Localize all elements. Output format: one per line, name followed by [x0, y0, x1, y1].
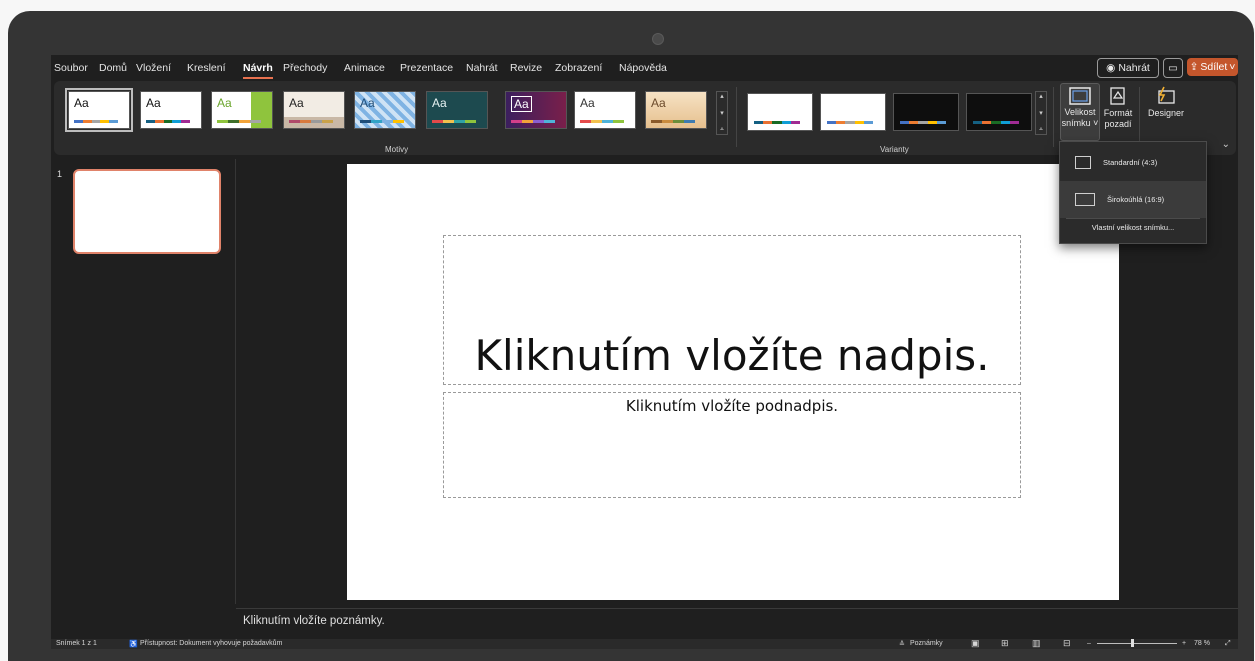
laptop-frame: Soubor Domů Vložení Kreslení Návrh Přech…: [8, 11, 1254, 661]
slide-size-option-label: Širokoúhlá (16:9): [1107, 195, 1165, 204]
theme-retrospect[interactable]: Aa: [574, 91, 636, 129]
notes-pane[interactable]: Kliknutím vložíte poznámky.: [236, 608, 1238, 632]
custom-slide-size-item[interactable]: Vlastní velikost snímku...: [1060, 223, 1206, 232]
share-icon: ⇪: [1189, 61, 1199, 73]
chevron-up-icon: ▴: [720, 93, 724, 100]
slide-size-option-standard[interactable]: Standardní (4:3): [1060, 144, 1206, 181]
slide-size-option-widescreen[interactable]: Širokoúhlá (16:9): [1060, 181, 1206, 218]
webcam: [652, 33, 664, 45]
theme-ion-pattern[interactable]: Aa: [354, 91, 416, 129]
slide-thumbnail[interactable]: [73, 169, 221, 254]
chevron-down-icon: ▾: [1039, 110, 1043, 117]
group-separator: [1139, 87, 1140, 147]
chevron-up-icon: ▴: [1039, 93, 1043, 100]
designer-button[interactable]: Designer: [1144, 83, 1188, 139]
slide-size-icon: [1069, 87, 1091, 105]
chevron-down-icon: ˅: [1229, 61, 1236, 73]
chevron-down-icon: ▾: [720, 110, 724, 117]
theme-facet[interactable]: Aa: [211, 91, 273, 129]
normal-view-icon[interactable]: ▣: [971, 638, 980, 649]
theme-integral[interactable]: Aa: [283, 91, 345, 129]
share-button-label: Sdílet: [1200, 61, 1228, 73]
accessibility-status[interactable]: Přístupnost: Dokument vyhovuje požadavků…: [140, 640, 282, 647]
share-button[interactable]: ⇪ Sdílet ˅: [1187, 58, 1238, 76]
tab-animations[interactable]: Animace: [344, 62, 385, 74]
themes-group-label: Motivy: [385, 145, 409, 154]
zoom-slider-thumb[interactable]: [1131, 639, 1134, 647]
slide-canvas: Kliknutím vložíte nadpis. Kliknutím vlož…: [347, 164, 1119, 600]
zoom-slider[interactable]: [1097, 643, 1177, 644]
slide-size-menu: Standardní (4:3) Širokoúhlá (16:9) Vlast…: [1059, 141, 1207, 244]
accessibility-icon[interactable]: ♿: [129, 640, 138, 648]
powerpoint-window: Soubor Domů Vložení Kreslení Návrh Přech…: [51, 55, 1238, 649]
notes-button[interactable]: Poznámky: [910, 640, 943, 647]
group-separator: [736, 87, 737, 147]
slideshow-icon[interactable]: ⊟: [1063, 638, 1071, 649]
variant-2[interactable]: [820, 93, 886, 131]
reading-view-icon[interactable]: ▥: [1032, 638, 1041, 649]
theme-wisp[interactable]: Aa: [645, 91, 707, 129]
tab-transitions[interactable]: Přechody: [283, 62, 327, 74]
format-background-button[interactable]: Formát pozadí: [1101, 83, 1135, 139]
fit-to-window-icon[interactable]: ⤢: [1225, 640, 1231, 648]
designer-label: Designer: [1147, 108, 1185, 118]
group-separator: [1053, 87, 1054, 147]
tab-view[interactable]: Zobrazení: [555, 62, 602, 74]
notes-icon[interactable]: ≙: [899, 640, 905, 648]
menu-divider: [1066, 218, 1200, 219]
menu-bar: Soubor Domů Vložení Kreslení Návrh Přech…: [51, 55, 1238, 81]
variant-3[interactable]: [893, 93, 959, 131]
theme-office-2[interactable]: Aa: [140, 91, 202, 129]
comment-icon: ▭: [1168, 62, 1178, 74]
tab-file[interactable]: Soubor: [54, 62, 88, 74]
slide-thumbnails-pane: 1: [51, 159, 236, 604]
variant-1[interactable]: [747, 93, 813, 131]
tab-slideshow[interactable]: Prezentace: [400, 62, 453, 74]
format-background-icon: [1110, 87, 1125, 105]
theme-ion-boardroom[interactable]: Aa: [505, 91, 567, 129]
tab-insert[interactable]: Vložení: [136, 62, 171, 74]
gallery-more-icon: ⩡: [720, 126, 724, 133]
tab-design[interactable]: Návrh: [243, 62, 273, 79]
format-background-label: Formát: [1103, 108, 1133, 118]
zoom-in-button[interactable]: +: [1182, 640, 1186, 647]
slide-sorter-icon[interactable]: ⊞: [1001, 638, 1009, 649]
aspect-4-3-icon: [1075, 156, 1091, 169]
slide-counter: Snímek 1 z 1: [56, 640, 97, 647]
tab-help[interactable]: Nápověda: [619, 62, 667, 74]
slide-size-label: Velikost: [1064, 107, 1096, 117]
gallery-more-icon: ⩡: [1039, 126, 1043, 133]
slide-size-button[interactable]: Velikost snímku ˅: [1060, 83, 1100, 141]
slide-size-option-label: Standardní (4:3): [1103, 158, 1158, 167]
record-button[interactable]: ◉ Nahrát: [1097, 58, 1159, 78]
zoom-out-button[interactable]: –: [1087, 640, 1091, 647]
format-background-label-2: pozadí: [1104, 119, 1132, 129]
tab-review[interactable]: Revize: [510, 62, 542, 74]
designer-icon: [1158, 86, 1175, 104]
title-placeholder[interactable]: Kliknutím vložíte nadpis.: [443, 235, 1021, 385]
aspect-16-9-icon: [1075, 193, 1095, 206]
tab-home[interactable]: Domů: [99, 62, 127, 74]
variants-group-label: Varianty: [880, 145, 909, 154]
slide-size-label-2: snímku ˅: [1061, 118, 1099, 128]
theme-office[interactable]: Aa: [65, 88, 133, 132]
tab-record[interactable]: Nahrát: [466, 62, 498, 74]
variant-4[interactable]: [966, 93, 1032, 131]
comments-button[interactable]: ▭: [1163, 58, 1183, 78]
slide-number: 1: [57, 169, 63, 179]
record-icon: ◉: [1106, 62, 1116, 74]
variants-gallery-scroll[interactable]: ▴ ▾ ⩡: [1035, 91, 1047, 135]
subtitle-placeholder[interactable]: Kliknutím vložíte podnadpis.: [443, 392, 1021, 498]
theme-ion-dark[interactable]: Aa: [426, 91, 488, 129]
tab-draw[interactable]: Kreslení: [187, 62, 226, 74]
themes-gallery-scroll[interactable]: ▴ ▾ ⩡: [716, 91, 728, 135]
collapse-ribbon-icon[interactable]: ⌄: [1222, 139, 1230, 150]
status-bar: Snímek 1 z 1 ♿ Přístupnost: Dokument vyh…: [51, 638, 1238, 649]
record-button-label: Nahrát: [1118, 62, 1150, 74]
zoom-level[interactable]: 78 %: [1194, 640, 1210, 647]
